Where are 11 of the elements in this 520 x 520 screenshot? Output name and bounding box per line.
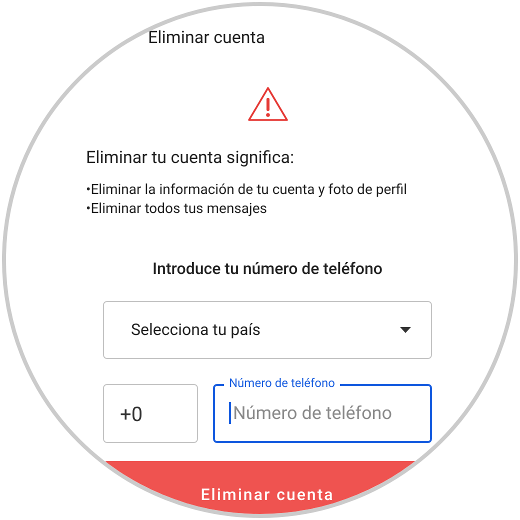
intro-text: Eliminar tu cuenta significa: xyxy=(86,148,294,168)
text-cursor xyxy=(229,402,231,424)
bullet-text: •Eliminar la información de tu cuenta y foto de perfil xyxy=(86,181,408,200)
country-select[interactable]: Selecciona tu país xyxy=(103,301,432,359)
bullet-text: •Eliminar todos tus mensajes xyxy=(86,200,268,219)
page-title: Eliminar cuenta xyxy=(148,28,266,48)
country-code-field[interactable]: +0 xyxy=(103,384,198,443)
dropdown-caret-icon xyxy=(400,327,411,333)
phone-prompt: Introduce tu número de teléfono xyxy=(152,258,382,280)
warning-icon xyxy=(247,86,289,122)
field-label: Número de teléfono xyxy=(224,376,340,390)
